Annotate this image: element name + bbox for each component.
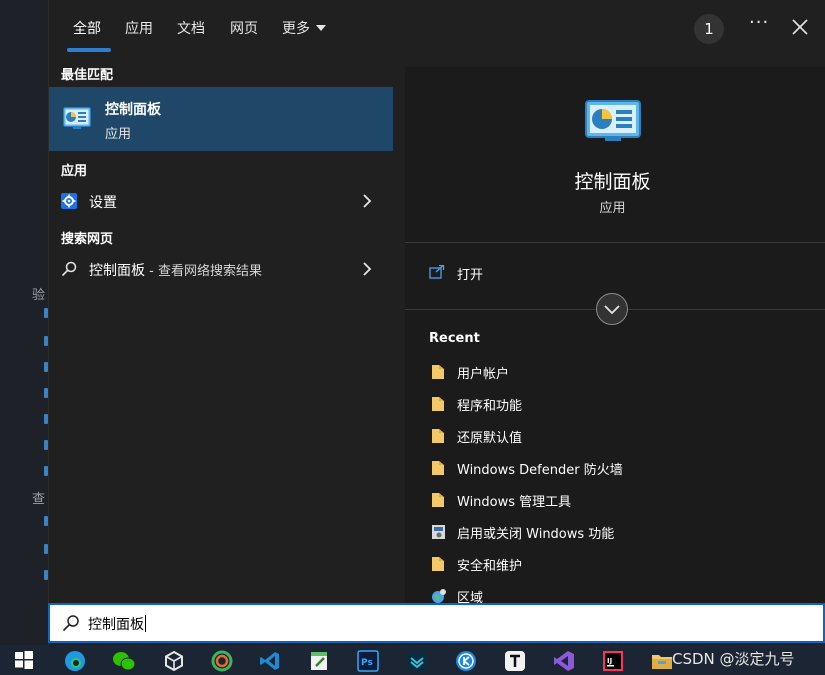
recent-item-label: 用户帐户 <box>457 367 510 382</box>
vscode-icon[interactable] <box>259 650 281 672</box>
folder-icon <box>432 461 444 475</box>
kugou-icon[interactable] <box>455 650 477 672</box>
web-search-label: 控制面板 - 查看网络搜索结果 <box>89 260 262 280</box>
web-search-query: 控制面板 <box>89 263 145 279</box>
typora-icon[interactable] <box>504 650 526 672</box>
web-search-heading: 搜索网页 <box>61 232 114 247</box>
globe-icon <box>432 589 446 603</box>
open-button[interactable]: 打开 <box>429 263 629 287</box>
app-result-settings[interactable]: 设置 <box>49 186 393 216</box>
notepad-icon[interactable] <box>308 650 330 672</box>
background-text: 验 <box>32 288 46 303</box>
chevron-right-icon[interactable] <box>362 194 372 208</box>
background-text: 查 <box>32 492 46 507</box>
desktop-background: 验 查 <box>0 0 48 645</box>
expand-button[interactable] <box>596 293 628 325</box>
active-tab-indicator <box>67 48 111 52</box>
text-caret <box>145 615 146 632</box>
svg-text:IJ: IJ <box>607 657 612 665</box>
recent-item-label: Windows Defender 防火墙 <box>457 463 623 478</box>
recent-heading: Recent <box>429 331 480 346</box>
folder-icon <box>432 493 444 507</box>
chevron-down-icon <box>316 25 326 31</box>
app-result-label: 设置 <box>89 195 117 211</box>
control-panel-icon <box>63 107 91 129</box>
photoshop-icon[interactable]: Ps <box>357 650 379 672</box>
search-input[interactable]: 控制面板 <box>88 614 146 634</box>
tab-apps[interactable]: 应用 <box>125 18 153 38</box>
search-window: 全部 应用 文档 网页 更多 1 ··· 最佳匹配 控制面板 应用 应用 设置 … <box>48 0 825 645</box>
recent-item[interactable]: 程序和功能 <box>429 392 809 416</box>
tab-more-label: 更多 <box>282 21 310 37</box>
best-match-item[interactable]: 控制面板 应用 <box>49 87 393 151</box>
folder-icon <box>432 429 444 443</box>
recent-item-label: 安全和维护 <box>457 559 523 574</box>
windows-features-icon <box>432 525 445 539</box>
recent-item[interactable]: 用户帐户 <box>429 360 809 384</box>
settings-icon <box>61 193 77 209</box>
taskbar: Ps IJ CSDN @淡定九号 <box>0 645 825 675</box>
recent-item-label: Windows 管理工具 <box>457 495 572 510</box>
recent-item[interactable]: 还原默认值 <box>429 424 809 448</box>
open-label: 打开 <box>457 268 484 283</box>
divider <box>405 242 825 243</box>
watermark-text: CSDN @淡定九号 <box>672 650 795 668</box>
close-icon[interactable] <box>791 18 809 36</box>
preview-subtitle: 应用 <box>599 201 626 216</box>
folder-icon <box>432 397 444 411</box>
file-explorer-icon[interactable] <box>651 650 673 672</box>
search-input-value: 控制面板 <box>88 617 144 633</box>
chevron-down-icon <box>604 305 620 315</box>
web-search-suffix: - 查看网络搜索结果 <box>145 264 262 279</box>
control-panel-icon <box>585 100 641 141</box>
folder-icon <box>432 557 444 571</box>
bookmark-app-icon[interactable] <box>406 650 428 672</box>
folder-icon <box>432 365 444 379</box>
tab-web[interactable]: 网页 <box>230 18 258 38</box>
best-match-heading: 最佳匹配 <box>61 68 114 83</box>
start-icon[interactable] <box>14 650 36 672</box>
open-icon <box>429 265 445 279</box>
search-box[interactable]: 控制面板 <box>48 603 825 643</box>
search-icon <box>62 615 79 632</box>
best-match-title: 控制面板 <box>105 102 161 118</box>
best-match-subtitle: 应用 <box>105 127 132 142</box>
results-pane: 最佳匹配 控制面板 应用 应用 设置 搜索网页 控制面板 - 查看网络搜索结果 <box>49 55 393 603</box>
edge-icon[interactable] <box>64 650 86 672</box>
recent-item[interactable]: Windows 管理工具 <box>429 488 809 512</box>
recent-item-label: 程序和功能 <box>457 399 523 414</box>
visual-studio-icon[interactable] <box>553 650 575 672</box>
wechat-icon[interactable] <box>112 650 136 672</box>
tab-all[interactable]: 全部 <box>73 18 101 38</box>
recent-item[interactable]: 启用或关闭 Windows 功能 <box>429 520 809 544</box>
recent-item-label: 还原默认值 <box>457 431 523 446</box>
tab-documents[interactable]: 文档 <box>177 18 205 38</box>
more-options-button[interactable]: ··· <box>749 12 769 33</box>
chevron-right-icon[interactable] <box>362 262 372 276</box>
recent-item-label: 启用或关闭 Windows 功能 <box>457 527 615 542</box>
preview-title: 控制面板 <box>574 171 651 193</box>
search-icon <box>61 261 77 277</box>
recent-item[interactable]: 安全和维护 <box>429 552 809 576</box>
intellij-icon[interactable]: IJ <box>602 650 624 672</box>
svg-text:Ps: Ps <box>361 658 373 668</box>
anaconda-icon[interactable] <box>211 650 233 672</box>
recent-item[interactable]: Windows Defender 防火墙 <box>429 456 809 480</box>
search-tabs-bar: 全部 应用 文档 网页 更多 1 ··· <box>49 0 825 55</box>
web-search-result[interactable]: 控制面板 - 查看网络搜索结果 <box>49 254 393 284</box>
unity-icon[interactable] <box>163 650 185 672</box>
tab-more[interactable]: 更多 <box>282 18 326 38</box>
rewards-badge[interactable]: 1 <box>694 14 724 44</box>
apps-heading: 应用 <box>61 164 88 179</box>
preview-pane: 控制面板 应用 打开 Recent 用户帐户 程序和功能 还原默认值 Windo… <box>405 67 825 606</box>
